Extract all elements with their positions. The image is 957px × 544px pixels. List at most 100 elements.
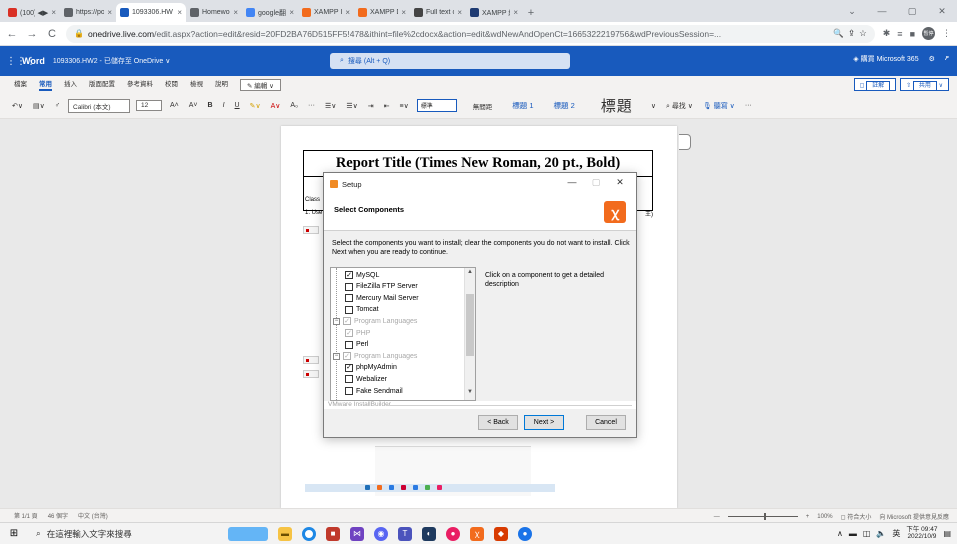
feedback-link[interactable]: 向 Microsoft 提供意見反應 [879, 512, 949, 521]
outdent-icon[interactable]: ⇤ [382, 102, 392, 110]
component-item[interactable]: ✓ phpMyAdmin [345, 363, 397, 373]
browser-tab[interactable]: XAMPP Dow× [354, 3, 410, 22]
clipboard-icon[interactable]: ▤∨ [31, 102, 47, 110]
clock[interactable]: 下午 09:47 2022/10/9 [906, 526, 937, 540]
style-title[interactable]: 標題 [591, 95, 643, 116]
format-painter-icon[interactable]: ♂ [53, 102, 62, 109]
tab-close-icon[interactable]: × [513, 8, 518, 17]
clear-format-icon[interactable]: A₀ [288, 102, 300, 109]
component-checkbox[interactable] [345, 375, 353, 384]
font-color-icon[interactable]: A∨ [269, 102, 283, 110]
font-name-select[interactable]: Calibri (本文) [68, 98, 130, 113]
collapse-icon[interactable]: − [333, 317, 340, 325]
ribbon-tab[interactable]: 說明 [215, 78, 228, 91]
component-item[interactable]: Webalizer [345, 374, 387, 384]
editing-mode-dropdown[interactable]: ✎ 編輯 ∨ [240, 78, 281, 91]
align-icon[interactable]: ≡∨ [398, 102, 411, 110]
maximize-button[interactable]: ▢ [897, 0, 927, 22]
component-item[interactable]: Perl [345, 340, 368, 350]
browser-tab[interactable]: XAMPP 網頁× [466, 3, 522, 22]
bold-button[interactable]: B [206, 102, 215, 109]
browser-tab[interactable]: Full text of "1× [410, 3, 466, 22]
ribbon-tab[interactable]: 參考資料 [127, 78, 153, 91]
tab-close-icon[interactable]: × [457, 8, 462, 17]
share-icon[interactable]: ⇪ [848, 28, 855, 39]
minimize-button[interactable]: — [867, 0, 897, 22]
component-checkbox[interactable] [345, 305, 353, 314]
indent-icon[interactable]: ⇥ [366, 102, 376, 110]
tray-expand-icon[interactable]: ∧ [837, 529, 843, 538]
find-button[interactable]: ⌕ 尋找 ∨ [664, 101, 695, 111]
scroll-thumb[interactable] [466, 294, 474, 356]
app-icon-red[interactable]: ■ [326, 526, 340, 541]
address-input[interactable]: 🔒 onedrive.live.com/edit.aspx?action=edi… [66, 24, 875, 43]
component-checkbox[interactable] [345, 340, 353, 349]
browser-tab[interactable]: (100) 【!◀▶× [4, 3, 60, 22]
settings-gear-icon[interactable]: ⚙ [929, 55, 935, 63]
grow-font-icon[interactable]: A˄ [168, 102, 181, 109]
windows-start-icon[interactable]: ⊞ [0, 528, 28, 539]
fit-button[interactable]: ◻ 符合大小 [841, 512, 872, 521]
component-tree-scrollbar[interactable]: ▲ ▼ [464, 268, 475, 400]
tab-close-icon[interactable]: × [51, 8, 56, 17]
back-arrow-icon[interactable]: ← [6, 28, 18, 40]
underline-button[interactable]: U [233, 102, 242, 109]
language-status[interactable]: 中文 (台灣) [78, 511, 108, 520]
tab-close-icon[interactable]: × [401, 8, 406, 17]
component-checkbox[interactable] [345, 294, 353, 303]
next-button[interactable]: Next > [524, 415, 564, 430]
close-window-button[interactable]: ✕ [927, 0, 957, 22]
volume-icon[interactable]: 🔈 [876, 529, 886, 538]
reading-list-icon[interactable]: ≡ [897, 29, 902, 39]
browser-tab[interactable]: google翻譯 -× [242, 3, 298, 22]
tab-close-icon[interactable]: × [289, 8, 294, 17]
component-checkbox[interactable] [345, 282, 353, 291]
back-button[interactable]: < Back [478, 415, 518, 430]
tab-media-icon[interactable]: ◀▶ [38, 9, 49, 17]
style-option[interactable]: 標題 2 [544, 100, 585, 111]
file-explorer-icon[interactable]: ▬ [278, 526, 292, 541]
visual-studio-icon[interactable]: ⋈ [350, 526, 364, 541]
chrome-icon[interactable] [302, 526, 316, 541]
scroll-down-icon[interactable]: ▼ [465, 389, 475, 399]
ribbon-tab[interactable]: 校閱 [165, 78, 178, 91]
component-item[interactable]: ✓ MySQL [345, 270, 379, 280]
zoom-icon[interactable]: 🔍 [833, 28, 844, 39]
discord-icon[interactable]: ◉ [374, 526, 388, 541]
app-icon-pink[interactable]: ● [446, 526, 460, 541]
network-icon[interactable]: ◫ [863, 529, 871, 538]
tab-close-icon[interactable]: × [107, 8, 112, 17]
word-search-input[interactable]: ⌕ 搜尋 (Alt + Q) [330, 53, 570, 69]
steam-icon[interactable]: ◐ [422, 526, 436, 541]
comments-button[interactable]: ◻ 註解 [853, 78, 897, 91]
ribbon-tab[interactable]: 插入 [64, 78, 77, 91]
browser-tab[interactable]: https://porta× [60, 3, 116, 22]
zoom-in-button[interactable]: + [806, 514, 810, 520]
font-size-select[interactable]: 12 [136, 100, 162, 111]
component-item[interactable]: Fake Sendmail [345, 386, 403, 396]
browser-tab[interactable]: XAMPP Insta× [298, 3, 354, 22]
app-icon-blue[interactable]: ● [518, 526, 532, 541]
component-group[interactable]: − ✓ Program Languages [333, 316, 417, 326]
style-default[interactable]: 標準 [416, 99, 457, 112]
highlight-icon[interactable]: ✎∨ [248, 102, 263, 110]
italic-button[interactable]: I [221, 102, 227, 109]
shrink-font-icon[interactable]: A˅ [187, 102, 200, 109]
ribbon-tab[interactable]: 版面配置 [89, 78, 115, 91]
component-checkbox[interactable]: ✓ [345, 271, 353, 279]
word-brand[interactable]: Word [22, 56, 45, 66]
dialog-close-button[interactable]: ✕ [608, 177, 632, 188]
ribbon-tab[interactable]: 檔案 [14, 78, 27, 91]
ribbon-more-icon[interactable]: ··· [743, 102, 754, 109]
tab-search-icon[interactable]: ⌄ [837, 0, 867, 22]
notification-icon[interactable]: ▤ [943, 529, 951, 538]
weather-widget-icon[interactable] [228, 526, 268, 541]
taskbar-search-input[interactable]: ⌕ 在這裡輸入文字來搜尋 [28, 524, 214, 544]
scroll-up-icon[interactable]: ▲ [465, 269, 475, 279]
browser-menu-icon[interactable]: ⋮ [942, 28, 951, 39]
teams-icon[interactable]: T [398, 526, 412, 541]
tab-close-icon[interactable]: × [345, 8, 350, 17]
component-tree[interactable]: ✓ MySQL FileZilla FTP Server Mercury Mail S… [330, 267, 476, 401]
more-icon[interactable]: ··· [306, 102, 317, 109]
forward-arrow-icon[interactable]: → [26, 28, 38, 40]
